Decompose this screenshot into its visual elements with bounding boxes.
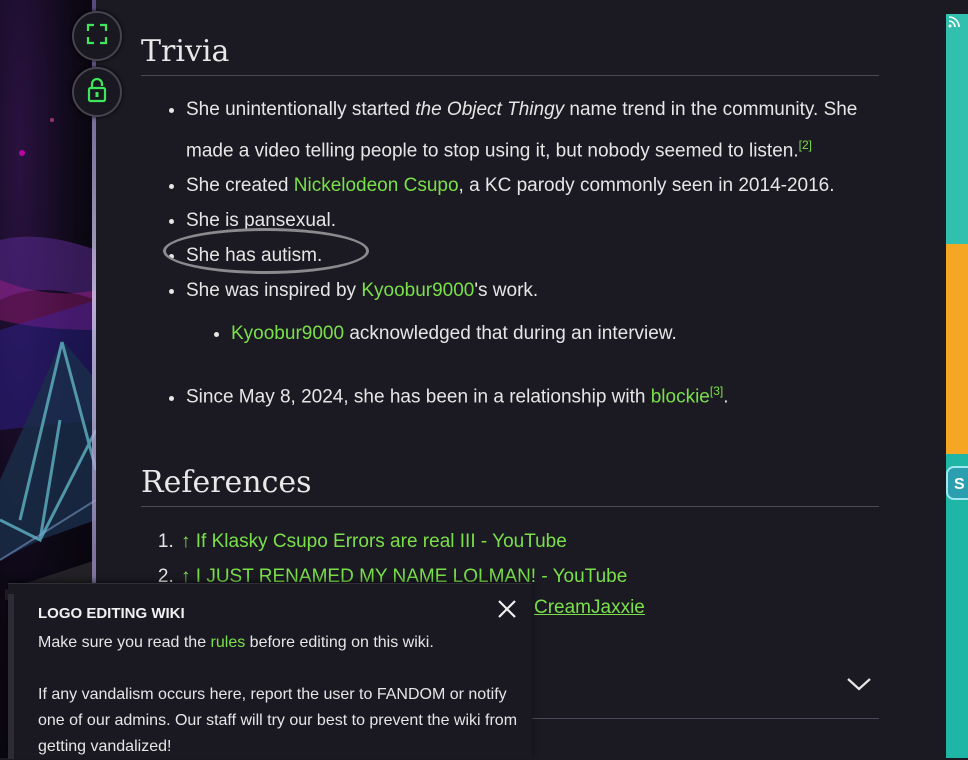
reference-link[interactable]: [2] [799, 138, 812, 152]
right-side-panel: S [946, 14, 968, 758]
notice-title: LOGO EDITING WIKI [38, 605, 185, 622]
list-item: She was inspired by Kyoobur9000's work. … [186, 273, 879, 351]
lock-icon [85, 77, 109, 108]
close-icon[interactable] [496, 598, 518, 620]
reference-link[interactable]: [3] [710, 384, 723, 398]
notice-body: Make sure you read the rules before edit… [38, 634, 518, 755]
blockie-link[interactable]: blockie [651, 387, 710, 408]
annotation-circle [163, 228, 369, 274]
reference-link-creamjaxxie[interactable]: CreamJaxxie [534, 597, 645, 619]
list-item: She created Nickelodeon Csupo, a KC paro… [186, 168, 879, 203]
fullscreen-button[interactable] [72, 11, 122, 61]
rules-link[interactable]: rules [211, 634, 246, 651]
trivia-sublist: Kyoobur9000 acknowledged that during an … [186, 316, 879, 351]
references-heading: References [141, 465, 879, 507]
divider [532, 718, 879, 719]
rss-icon [948, 16, 960, 31]
kyoobur9000-link[interactable]: Kyoobur9000 [231, 323, 344, 344]
list-item: Since May 8, 2024, she has been in a rel… [186, 373, 879, 414]
reference-item: ↑ If Klasky Csupo Errors are real III - … [179, 524, 879, 559]
list-item: Kyoobur9000 acknowledged that during an … [231, 316, 879, 351]
reference-backlink[interactable]: ↑ If Klasky Csupo Errors are real III - … [181, 531, 567, 552]
community-notice: LOGO EDITING WIKI Make sure you read the… [8, 583, 532, 759]
kyoobur9000-link[interactable]: Kyoobur9000 [361, 280, 474, 301]
list-item: She unintentionally started the Object T… [186, 92, 879, 168]
side-badge[interactable]: S [946, 466, 968, 500]
lock-button[interactable] [72, 67, 122, 117]
trivia-heading: Trivia [141, 34, 879, 76]
chevron-down-icon[interactable] [846, 676, 872, 697]
nickelodeon-csupo-link[interactable]: Nickelodeon Csupo [294, 175, 459, 196]
fullscreen-icon [85, 22, 109, 51]
